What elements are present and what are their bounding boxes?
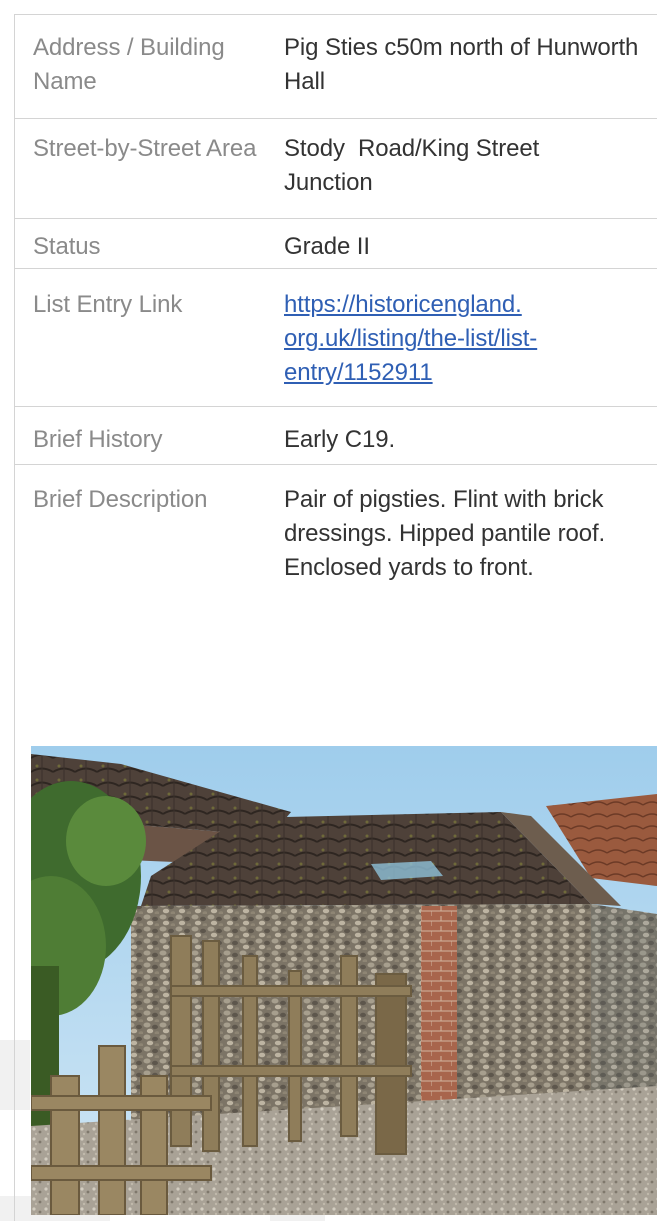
table-row-list-entry: List Entry Link https://historicengland.… <box>14 269 657 407</box>
value-description: Pair of pigsties. Flint with brick dress… <box>284 486 606 581</box>
list-entry-link[interactable]: https://historicengland. org.uk/listing/… <box>284 288 657 390</box>
link-line-1: https://historicengland. <box>284 291 522 318</box>
label-status: Status <box>33 233 101 260</box>
label-history: Brief History <box>33 426 163 453</box>
value-status: Grade II <box>284 233 370 260</box>
table-row-status: Status Grade II <box>14 219 657 269</box>
listing-page: Address / Building Name Pig Sties c50m n… <box>0 0 657 1221</box>
table-row-address: Address / Building Name Pig Sties c50m n… <box>14 14 657 119</box>
pigsties-photo <box>31 746 657 1215</box>
label-area: Street-by-Street Area <box>33 135 257 162</box>
link-line-3: entry/1152911 <box>284 359 433 386</box>
value-history: Early C19. <box>284 426 396 453</box>
table-row-area: Street-by-Street Area Stody Road/King St… <box>14 119 657 219</box>
value-address: Pig Sties c50m north of Hunworth Hall <box>284 34 639 95</box>
link-line-2: org.uk/listing/the-list/list- <box>284 325 538 352</box>
table-row-history: Brief History Early C19. <box>14 407 657 465</box>
label-list-entry: List Entry Link <box>33 291 183 318</box>
label-address: Address / Building Name <box>33 34 225 95</box>
value-list-entry: https://historicengland. org.uk/listing/… <box>284 288 657 390</box>
value-area: Stody Road/King Street Junction <box>284 135 546 196</box>
label-description: Brief Description <box>33 486 208 513</box>
